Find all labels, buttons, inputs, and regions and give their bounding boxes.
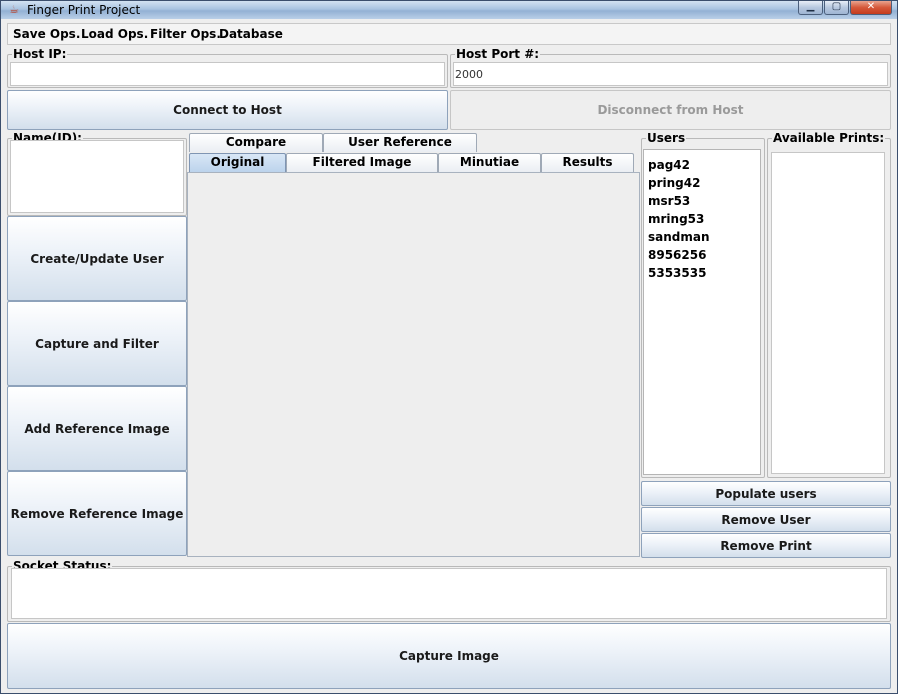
minimize-icon[interactable]: ▁ xyxy=(798,1,823,15)
tab-filtered-image[interactable]: Filtered Image xyxy=(286,153,438,172)
tab-compare-constants[interactable]: Compare Constants xyxy=(189,133,323,166)
host-ip-label: Host IP: xyxy=(13,47,67,61)
remove-print-button[interactable]: Remove Print xyxy=(641,533,891,558)
users-list[interactable]: pag42 pring42 msr53 mring53 sandman 8956… xyxy=(643,149,761,475)
java-cup-icon: ☕ xyxy=(9,3,19,16)
menu-filter-ops[interactable]: Filter Ops. xyxy=(150,26,221,42)
image-display-panel xyxy=(187,172,640,557)
list-item[interactable]: 8956256 xyxy=(648,246,760,264)
title-bar[interactable]: ☕ Finger Print Project ▁ ▢ ✕ xyxy=(1,1,897,19)
maximize-icon[interactable]: ▢ xyxy=(824,1,849,15)
remove-user-button[interactable]: Remove User xyxy=(641,507,891,532)
capture-image-button[interactable]: Capture Image xyxy=(7,623,891,689)
connect-button[interactable]: Connect to Host xyxy=(7,90,448,130)
capture-and-filter-button[interactable]: Capture and Filter xyxy=(7,301,187,386)
list-item[interactable]: pag42 xyxy=(648,156,760,174)
host-ip-input[interactable] xyxy=(10,62,445,86)
list-item[interactable]: sandman xyxy=(648,228,760,246)
menu-bar: Save Ops. Load Ops. Filter Ops. Database xyxy=(7,23,891,45)
close-icon[interactable]: ✕ xyxy=(850,1,892,15)
available-prints-list[interactable] xyxy=(771,152,885,474)
add-reference-image-button[interactable]: Add Reference Image xyxy=(7,386,187,471)
app-window: ☕ Finger Print Project ▁ ▢ ✕ Save Ops. L… xyxy=(0,0,898,694)
menu-database[interactable]: Database xyxy=(219,26,283,42)
tab-results[interactable]: Results xyxy=(541,153,634,172)
list-item[interactable]: 5353535 xyxy=(648,264,760,282)
create-update-user-button[interactable]: Create/Update User xyxy=(7,216,187,301)
populate-users-button[interactable]: Populate users xyxy=(641,481,891,506)
list-item[interactable]: msr53 xyxy=(648,192,760,210)
name-id-input[interactable] xyxy=(10,140,184,213)
list-item[interactable]: mring53 xyxy=(648,210,760,228)
list-item[interactable]: pring42 xyxy=(648,174,760,192)
disconnect-button[interactable]: Disconnect from Host xyxy=(450,90,891,130)
menu-save-ops[interactable]: Save Ops. xyxy=(13,26,80,42)
host-port-input[interactable]: 2000 xyxy=(453,62,888,86)
tab-minutiae[interactable]: Minutiae xyxy=(438,153,541,172)
menu-load-ops[interactable]: Load Ops. xyxy=(81,26,148,42)
remove-reference-image-button[interactable]: Remove Reference Image xyxy=(7,471,187,556)
socket-status-output xyxy=(11,568,887,619)
tab-original[interactable]: Original xyxy=(189,153,286,172)
tab-user-reference-images[interactable]: User Reference Images xyxy=(323,133,477,166)
users-label: Users xyxy=(647,131,686,145)
available-prints-label: Available Prints: xyxy=(773,131,885,145)
window-title: Finger Print Project xyxy=(27,3,141,17)
host-port-label: Host Port #: xyxy=(456,47,540,61)
